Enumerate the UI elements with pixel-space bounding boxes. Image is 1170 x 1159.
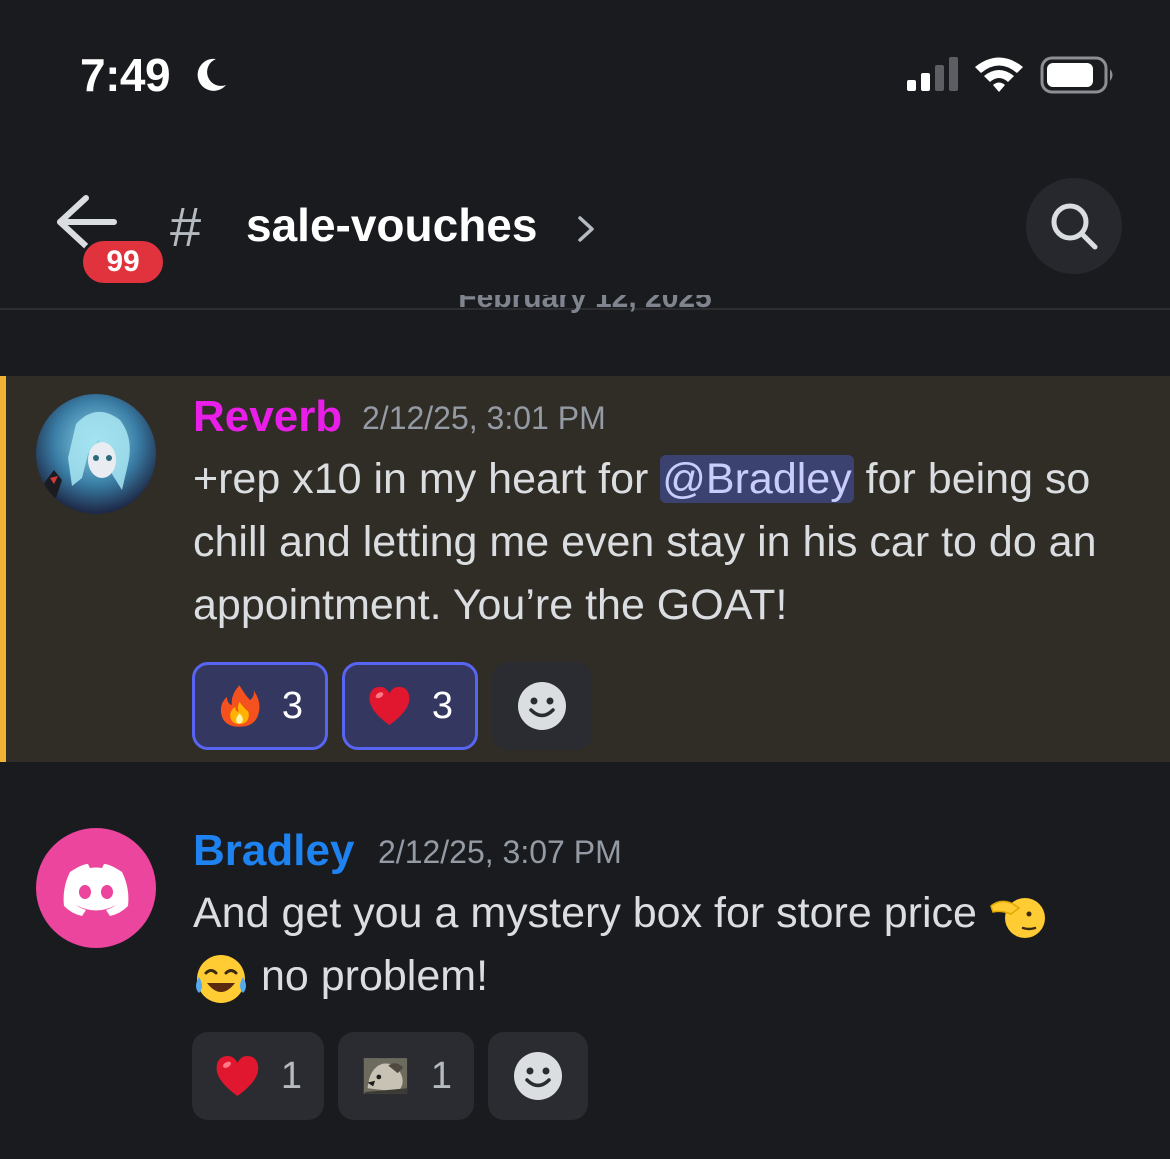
avatar[interactable] bbox=[36, 828, 156, 948]
channel-hash-icon: # bbox=[170, 195, 202, 258]
search-icon bbox=[1051, 203, 1098, 250]
mention-highlight-bar bbox=[0, 376, 6, 762]
moon-icon bbox=[197, 58, 226, 91]
reaction-count: 3 bbox=[431, 684, 453, 727]
status-time: 7:49 bbox=[80, 49, 171, 101]
tears-of-joy-emoji-icon bbox=[196, 954, 246, 1003]
fire-emoji-icon bbox=[220, 685, 260, 727]
search-button[interactable] bbox=[1026, 178, 1122, 274]
discord-logo-icon bbox=[63, 864, 129, 916]
add-reaction-button[interactable] bbox=[488, 1032, 588, 1120]
battery-icon bbox=[1040, 56, 1113, 94]
wifi-icon bbox=[975, 57, 1023, 92]
reaction-bar: 1 1 bbox=[192, 1032, 588, 1120]
dog-emoji-icon bbox=[363, 1058, 408, 1094]
signal-icon bbox=[907, 57, 958, 91]
add-reaction-icon bbox=[518, 682, 566, 730]
channel-header: 99 # sale-vouches bbox=[0, 150, 1170, 310]
reaction-count: 1 bbox=[430, 1054, 452, 1097]
message-item[interactable]: Reverb 2/12/25, 3:01 PM +rep x10 in my h… bbox=[0, 376, 1170, 762]
reaction-fire[interactable]: 3 bbox=[192, 662, 328, 750]
message-author[interactable]: Reverb bbox=[193, 392, 342, 442]
status-bar: 7:49 bbox=[0, 0, 1170, 150]
heart-emoji-icon bbox=[216, 1056, 259, 1096]
message-timestamp: 2/12/25, 3:07 PM bbox=[378, 834, 622, 870]
reaction-bar: 3 3 bbox=[192, 662, 592, 750]
message-content: +rep x10 in my heart for @Bradley for be… bbox=[193, 455, 1097, 629]
reaction-count: 3 bbox=[281, 684, 303, 727]
message-author[interactable]: Bradley bbox=[193, 826, 354, 876]
discord-channel-screen: 7:49 99 # sale-vouches February 12, 2025… bbox=[0, 0, 1170, 1159]
chevron-right-icon[interactable] bbox=[574, 212, 598, 246]
reaction-heart[interactable]: 3 bbox=[342, 662, 478, 750]
reaction-dog[interactable]: 1 bbox=[338, 1032, 474, 1120]
saluting-face-emoji-icon bbox=[989, 897, 1045, 938]
add-reaction-button[interactable] bbox=[492, 662, 592, 750]
unread-badge: 99 bbox=[80, 238, 166, 286]
date-divider: February 12, 2025 bbox=[458, 295, 712, 314]
message-timestamp: 2/12/25, 3:01 PM bbox=[362, 400, 606, 436]
reaction-heart[interactable]: 1 bbox=[192, 1032, 324, 1120]
message-item[interactable]: Bradley 2/12/25, 3:07 PM And get you a m… bbox=[0, 812, 1170, 1132]
add-reaction-icon bbox=[514, 1052, 562, 1100]
message-content: And get you a mystery box for store pric… bbox=[193, 882, 1133, 1008]
heart-emoji-icon bbox=[369, 686, 410, 726]
channel-name[interactable]: sale-vouches bbox=[246, 198, 537, 252]
avatar[interactable] bbox=[36, 394, 156, 514]
reaction-count: 1 bbox=[280, 1054, 302, 1097]
user-mention[interactable]: @Bradley bbox=[660, 455, 854, 503]
